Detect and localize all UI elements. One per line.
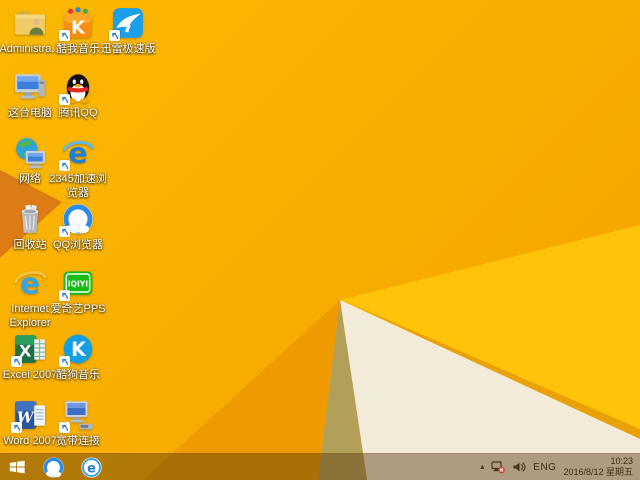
svg-text:K: K [71,338,87,361]
windows-logo-icon [9,460,25,474]
desktop-icon-label: 回收站 [13,239,47,251]
xunlei-bird-icon [109,6,145,41]
recycle-bin-icon [13,202,47,236]
shortcut-arrow-icon [59,160,70,171]
volume-icon[interactable] [512,460,526,474]
desktop[interactable]: Administra... K 酷我音乐 迅雷极速版 这台电脑 腾讯QQ 网络 … [0,0,640,480]
desktop-icon-label: 这台电脑 [8,107,52,119]
desktop-icon-iqiyi-pps[interactable]: iQIYI 爱奇艺PPS [48,266,108,317]
start-button[interactable] [0,454,34,480]
shortcut-arrow-icon [59,356,70,367]
desktop-icon-2345-browser[interactable]: e 2345加速浏览器 [48,136,108,201]
language-indicator[interactable]: ENG [533,462,556,473]
qq-penguin-icon [59,70,95,105]
clock-time: 10:23 [610,456,633,467]
taskbar-qq-browser-button[interactable] [34,454,72,480]
desktop-icon-label: 2345加速浏览器 [49,173,107,199]
clock[interactable]: 10:23 2016/8/12 星期五 [563,456,633,478]
network-globe-icon [13,136,47,170]
shortcut-arrow-icon [11,422,22,433]
svg-text:K: K [71,18,86,39]
desktop-icon-label: 宽带连接 [56,435,100,447]
desktop-icon-xunlei[interactable]: 迅雷极速版 [98,6,158,57]
kugou-icon: K [59,332,95,367]
desktop-icon-kugou-music[interactable]: K 酷狗音乐 [48,332,108,383]
shortcut-arrow-icon [109,30,120,41]
desktop-icon-qq-browser[interactable]: QQ浏览器 [48,202,108,253]
desktop-icon-tencent-qq[interactable]: 腾讯QQ [48,70,108,121]
desktop-icon-broadband-connection[interactable]: 宽带连接 [48,398,108,449]
user-folder-icon [13,6,47,40]
desktop-icon-label: 酷狗音乐 [56,369,100,381]
taskbar: e ▴ ENG 10:23 2016/8/12 星期五 [0,453,640,480]
shortcut-arrow-icon [59,290,70,301]
network-status-icon[interactable] [491,460,505,474]
2345-browser-e-icon: e [59,136,95,171]
kuwo-music-icon: K [59,6,95,41]
desktop-icon-label: QQ浏览器 [52,239,104,251]
qq-browser-icon [59,202,95,237]
broadband-connection-icon [59,398,95,433]
show-hidden-icons-chevron[interactable]: ▴ [480,463,484,471]
shortcut-arrow-icon [11,356,22,367]
excel-icon: X [11,332,47,367]
taskbar-browser-e-button[interactable]: e [72,454,110,480]
shortcut-arrow-icon [59,94,70,105]
shortcut-arrow-icon [59,422,70,433]
shortcut-arrow-icon [59,30,70,41]
desktop-icon-label: 酷我音乐 [56,43,100,55]
word-icon: W [11,398,47,433]
shortcut-arrow-icon [59,226,70,237]
iqiyi-icon: iQIYI [59,266,95,301]
system-tray: ▴ ENG 10:23 2016/8/12 星期五 [480,456,640,478]
desktop-icon-label: 迅雷极速版 [100,43,156,55]
desktop-icon-label: 爱奇艺PPS [50,303,106,315]
desktop-icon-label: 网络 [19,173,41,185]
svg-text:iQIYI: iQIYI [68,280,88,289]
desktop-icon-label: 腾讯QQ [58,107,98,119]
browser-e-icon: e [80,456,102,478]
internet-explorer-icon: e [13,266,47,300]
svg-text:e: e [87,461,96,476]
qq-browser-icon [42,456,64,478]
clock-date: 2016/8/12 星期五 [563,467,633,477]
computer-icon [13,70,47,104]
